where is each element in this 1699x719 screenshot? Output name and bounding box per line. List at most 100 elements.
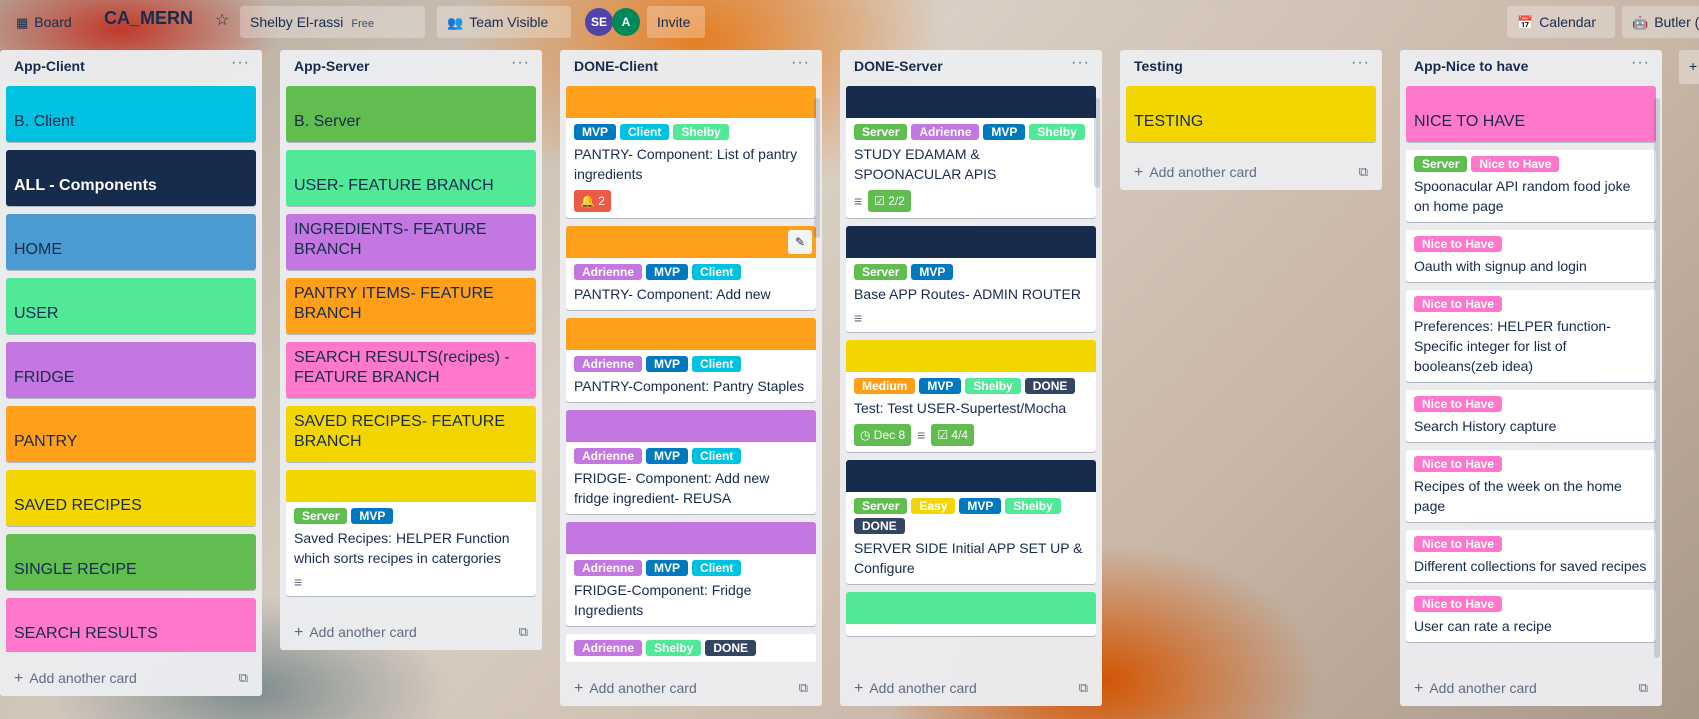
card[interactable]: SEARCH RESULTS(recipes) - FEATURE BRANCH — [286, 342, 536, 398]
card[interactable]: Adrienne MVP Client FRIDGE-Component: Fridg… — [566, 522, 816, 626]
star-icon[interactable]: ☆ — [215, 10, 229, 30]
card-template-icon[interactable]: ⧉ — [1079, 680, 1088, 696]
card-label[interactable]: Server — [854, 264, 908, 280]
card-label[interactable]: MVP — [959, 498, 1002, 514]
card-label[interactable]: Client — [692, 448, 742, 464]
card[interactable]: SEARCH RESULTS — [6, 598, 256, 652]
card[interactable]: ✎ Adrienne MVP Client PANTRY- Component: Add… — [566, 226, 816, 310]
list-title[interactable]: App-Nice to have — [1414, 58, 1528, 80]
card[interactable]: INGREDIENTS- FEATURE BRANCH — [286, 214, 536, 270]
add-card-button[interactable]: + Add another card — [294, 624, 417, 642]
card[interactable]: PANTRY — [6, 406, 256, 462]
card-label[interactable]: Shelby — [1029, 124, 1085, 140]
list-title[interactable]: DONE-Client — [574, 58, 658, 80]
list-scrollbar[interactable] — [814, 98, 820, 238]
card[interactable]: Nice to Have Preferences: HELPER function… — [1406, 290, 1656, 382]
card[interactable] — [846, 592, 1096, 636]
card[interactable]: TESTING — [1126, 86, 1376, 142]
card-label[interactable]: Nice to Have — [1414, 536, 1503, 552]
card-label[interactable]: Medium — [854, 378, 916, 394]
card-template-icon[interactable]: ⧉ — [239, 670, 248, 686]
card[interactable]: USER- FEATURE BRANCH — [286, 150, 536, 206]
add-card-button[interactable]: + Add another card — [574, 680, 697, 698]
card-label[interactable]: Shelby — [673, 124, 729, 140]
visibility-button[interactable]: 👥 Team Visible — [437, 6, 571, 38]
card-label[interactable]: Adrienne — [574, 264, 643, 280]
card-label[interactable]: Client — [620, 124, 670, 140]
card[interactable]: SINGLE RECIPE — [6, 534, 256, 590]
card-label[interactable]: Server — [854, 498, 908, 514]
card[interactable]: Server MVP Base APP Routes- ADMIN ROUTER ≡ — [846, 226, 1096, 332]
card-label[interactable]: DONE — [705, 640, 757, 656]
card-label[interactable]: Client — [692, 356, 742, 372]
card[interactable]: ALL - Components — [6, 150, 256, 206]
card-label[interactable]: Server — [854, 124, 908, 140]
card[interactable]: Adrienne Shelby DONE — [566, 634, 816, 662]
card-label[interactable]: MVP — [646, 264, 689, 280]
list-menu-icon[interactable]: ··· — [1631, 55, 1650, 80]
list-title[interactable]: Testing — [1134, 58, 1183, 80]
list-menu-icon[interactable]: ··· — [231, 55, 250, 80]
butler-button[interactable]: 🤖 Butler ( — [1622, 6, 1699, 38]
add-card-button[interactable]: + Add another card — [854, 680, 977, 698]
card-label[interactable]: Adrienne — [574, 448, 643, 464]
card[interactable]: PANTRY ITEMS- FEATURE BRANCH — [286, 278, 536, 334]
card-label[interactable]: Nice to Have — [1414, 236, 1503, 252]
edit-icon[interactable]: ✎ — [788, 230, 812, 254]
card-label[interactable]: Nice to Have — [1414, 396, 1503, 412]
card-label[interactable]: Easy — [911, 498, 956, 514]
list-title[interactable]: App-Client — [14, 58, 85, 80]
card[interactable]: Server Adrienne MVP Shelby STUDY EDAMAM & SP… — [846, 86, 1096, 218]
list-menu-icon[interactable]: ··· — [1351, 55, 1370, 80]
add-list-partial[interactable]: + — [1679, 50, 1699, 84]
board-title[interactable]: CA_MERN — [104, 8, 193, 29]
card[interactable]: MVP Client Shelby PANTRY- Component: List o… — [566, 86, 816, 218]
list-title[interactable]: App-Server — [294, 58, 369, 80]
card-label[interactable]: MVP — [911, 264, 954, 280]
card-template-icon[interactable]: ⧉ — [1359, 164, 1368, 180]
list-scrollbar[interactable] — [1094, 98, 1100, 188]
card[interactable]: HOME — [6, 214, 256, 270]
card-label[interactable]: MVP — [574, 124, 617, 140]
card-template-icon[interactable]: ⧉ — [1639, 680, 1648, 696]
card-label[interactable]: Nice to Have — [1414, 296, 1503, 312]
card[interactable]: Nice to Have Search History capture — [1406, 390, 1656, 442]
card-label[interactable]: DONE — [1024, 378, 1076, 394]
card-label[interactable]: Adrienne — [911, 124, 980, 140]
add-card-button[interactable]: + Add another card — [1134, 164, 1257, 182]
card[interactable]: Adrienne MVP Client PANTRY-Component: Pantr… — [566, 318, 816, 402]
card[interactable]: B. Client — [6, 86, 256, 142]
list-menu-icon[interactable]: ··· — [791, 55, 810, 80]
card-label[interactable]: MVP — [646, 560, 689, 576]
avatar[interactable]: SE — [585, 8, 613, 36]
card-label[interactable]: Adrienne — [574, 640, 643, 656]
card-label[interactable]: DONE — [854, 518, 905, 534]
card-label[interactable]: Nice to Have — [1414, 596, 1503, 612]
card[interactable]: Adrienne MVP Client FRIDGE- Component: Add … — [566, 410, 816, 514]
card-label[interactable]: Adrienne — [574, 356, 643, 372]
calendar-button[interactable]: 📅 Calendar — [1507, 6, 1615, 38]
workspace-button[interactable]: Shelby El-rassi Free — [240, 6, 425, 38]
card-label[interactable]: Client — [692, 560, 742, 576]
list-scrollbar[interactable] — [1654, 98, 1660, 658]
due-date-badge[interactable]: ◷ Dec 8 — [854, 424, 912, 446]
invite-button[interactable]: Invite — [647, 6, 705, 38]
card-label[interactable]: Client — [692, 264, 742, 280]
add-card-button[interactable]: + Add another card — [14, 670, 137, 688]
card[interactable]: B. Server — [286, 86, 536, 142]
card-template-icon[interactable]: ⧉ — [519, 624, 528, 640]
card[interactable]: FRIDGE — [6, 342, 256, 398]
card-label[interactable]: MVP — [646, 356, 689, 372]
card-label[interactable]: Nice to Have — [1414, 456, 1503, 472]
card[interactable]: Server MVP Saved Recipes: HELPER Function … — [286, 470, 536, 596]
board-view-button[interactable]: ▦ Board — [6, 6, 82, 38]
card-label[interactable]: MVP — [919, 378, 962, 394]
card-label[interactable]: Server — [1414, 156, 1468, 172]
card[interactable]: Nice to Have Recipes of the week on the h… — [1406, 450, 1656, 522]
card-label[interactable]: Shelby — [646, 640, 702, 656]
card[interactable]: SAVED RECIPES — [6, 470, 256, 526]
card-label[interactable]: MVP — [646, 448, 689, 464]
card-label[interactable]: Shelby — [1005, 498, 1061, 514]
card-label[interactable]: MVP — [351, 508, 394, 524]
card[interactable]: Nice to Have User can rate a recipe — [1406, 590, 1656, 642]
